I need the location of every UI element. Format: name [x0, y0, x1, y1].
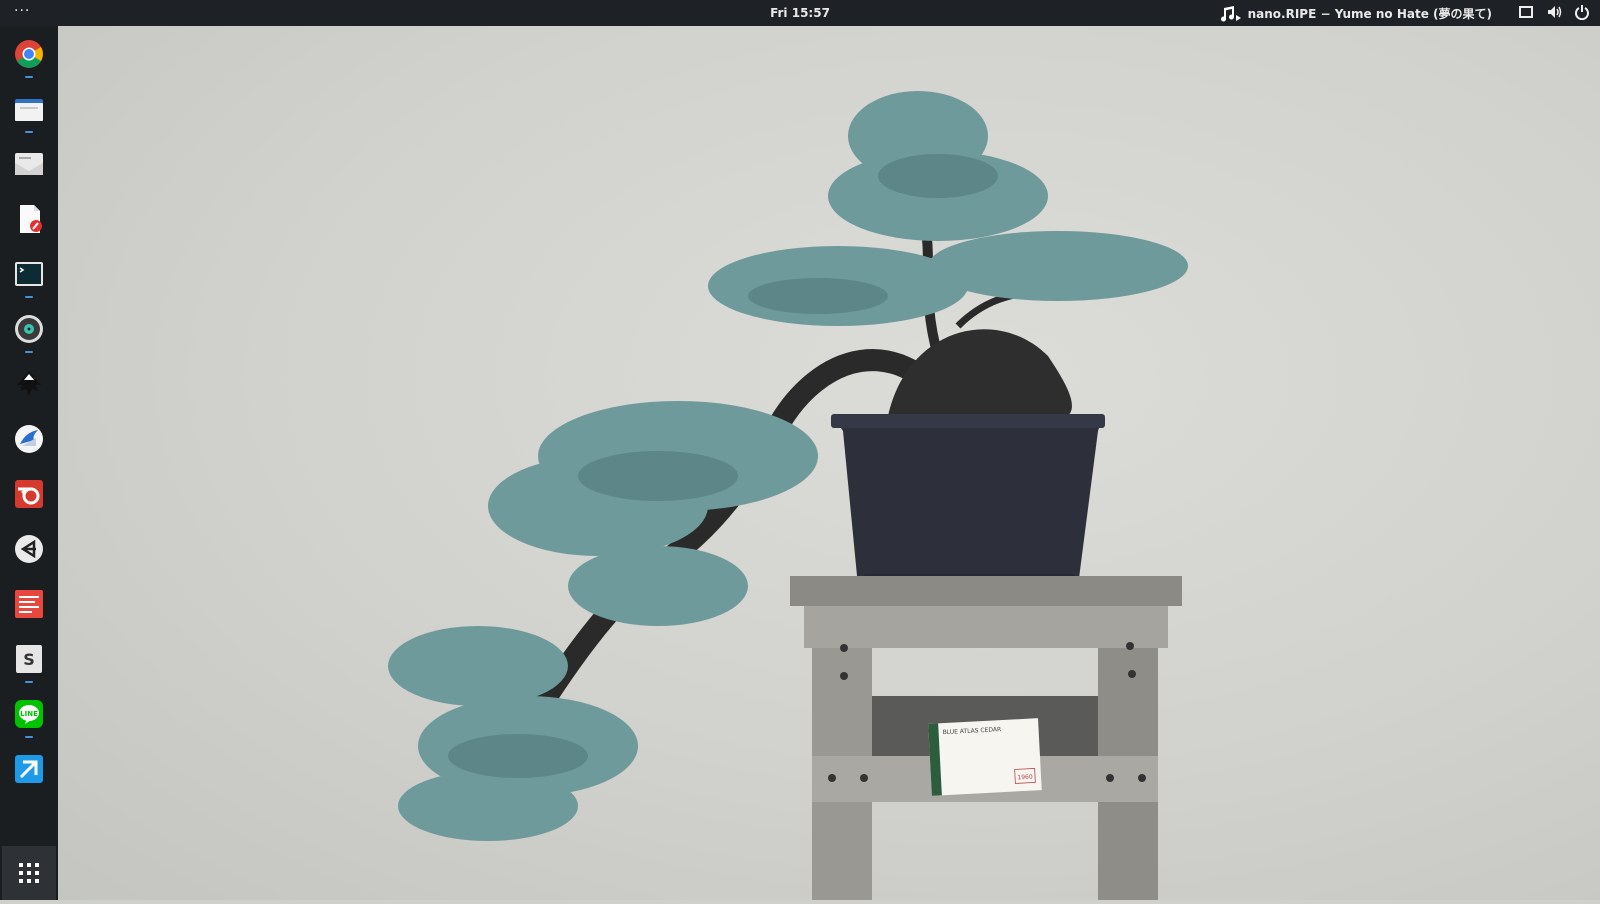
top-bar: ··· Fri 15:57 nano.RIPE − Yume no Hate (…: [0, 0, 1600, 26]
launcher-icon: [15, 755, 43, 783]
dock-item-blender[interactable]: [9, 476, 49, 516]
unity-icon: [15, 535, 43, 563]
dock-item-terminal[interactable]: [9, 256, 49, 298]
running-indicator: [25, 76, 33, 78]
clock-button[interactable]: Fri 15:57: [770, 6, 830, 20]
show-apps-button[interactable]: [2, 846, 56, 900]
running-indicator: [25, 296, 33, 298]
system-tray: [1518, 4, 1590, 20]
svg-text:LINE: LINE: [20, 710, 38, 718]
now-playing[interactable]: nano.RIPE − Yume no Hate (夢の果て): [1220, 5, 1492, 22]
screen-icon[interactable]: [1518, 4, 1534, 20]
dock-item-chrome[interactable]: [9, 36, 49, 78]
dock: S LINE: [0, 26, 58, 900]
desktop-wallpaper: BLUE ATLAS CEDAR 1960: [58, 26, 1600, 900]
thunderbird-icon: [15, 425, 43, 453]
dock-item-inkscape[interactable]: [9, 366, 49, 406]
sublime-text-icon: S: [16, 645, 42, 673]
notes-icon: [15, 590, 43, 618]
music-player-icon: [15, 315, 43, 343]
dock-item-music-player[interactable]: [9, 311, 49, 353]
line-icon: LINE: [15, 700, 43, 728]
volume-icon[interactable]: [1546, 4, 1562, 20]
svg-text:S: S: [23, 650, 35, 669]
now-playing-label: nano.RIPE − Yume no Hate (夢の果て): [1247, 7, 1492, 21]
terminal-icon: [15, 262, 43, 286]
dock-item-unity[interactable]: [9, 531, 49, 571]
power-icon[interactable]: [1574, 4, 1590, 20]
dock-item-thunderbird[interactable]: [9, 421, 49, 461]
activities-button[interactable]: ···: [14, 3, 30, 19]
blender-icon: [15, 480, 43, 508]
inkscape-icon: [17, 371, 41, 396]
dock-item-line[interactable]: LINE: [9, 696, 49, 738]
chrome-icon: [15, 40, 43, 68]
placard-year: 1960: [1017, 774, 1033, 782]
mail-icon: [15, 153, 43, 175]
dock-item-notes[interactable]: [9, 586, 49, 626]
dock-item-launcher[interactable]: [9, 751, 49, 791]
dock-item-text-editor[interactable]: [9, 201, 49, 241]
running-indicator: [25, 681, 33, 683]
dock-item-mail[interactable]: [9, 146, 49, 186]
music-note-icon: [1220, 5, 1241, 22]
running-indicator: [25, 351, 33, 353]
running-indicator: [25, 131, 33, 133]
bonsai-illustration: BLUE ATLAS CEDAR 1960: [388, 91, 1188, 900]
dock-item-files[interactable]: [9, 91, 49, 133]
files-icon: [15, 99, 43, 121]
dock-item-sublime-text[interactable]: S: [9, 641, 49, 683]
running-indicator: [25, 736, 33, 738]
app-grid-icon: [19, 863, 39, 883]
text-editor-icon: [20, 205, 42, 233]
